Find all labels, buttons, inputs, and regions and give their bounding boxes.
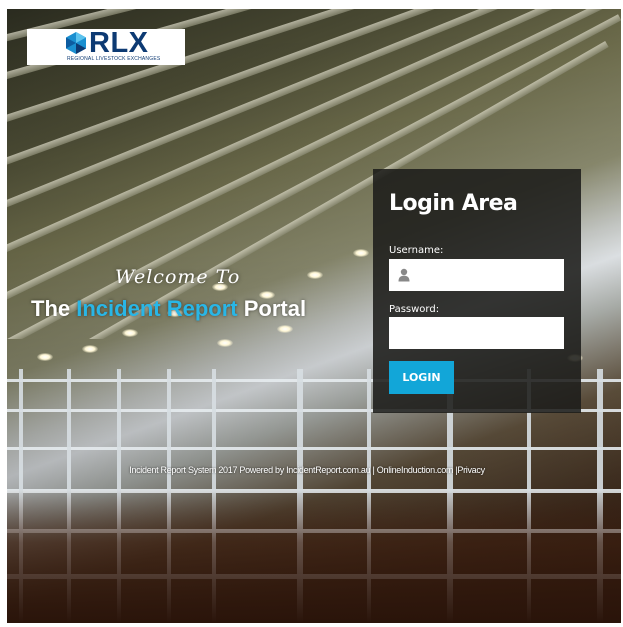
portal-title: The Incident Report Portal xyxy=(31,296,306,322)
user-icon xyxy=(398,268,410,282)
password-label: Password: xyxy=(389,304,440,315)
login-button[interactable]: LOGIN xyxy=(389,361,454,394)
brand-tagline: REGIONAL LIVESTOCK EXCHANGES xyxy=(67,56,161,62)
login-title: Login Area xyxy=(389,191,518,216)
footer-text: Incident Report System 2017 Powered by I… xyxy=(129,465,485,475)
brand-name: RLX xyxy=(89,27,149,59)
cattle xyxy=(7,489,621,623)
welcome-text: Welcome To xyxy=(115,266,241,288)
hexagon-logo-icon xyxy=(66,32,86,54)
username-input[interactable] xyxy=(389,259,564,291)
username-label: Username: xyxy=(389,245,444,256)
portal-title-highlight: Incident Report xyxy=(76,296,238,321)
portal-title-suffix: Portal xyxy=(243,296,307,321)
login-panel: Login Area Username: Password: LOGIN xyxy=(373,169,581,413)
password-input[interactable] xyxy=(389,317,564,349)
portal-title-prefix: The xyxy=(31,296,71,321)
rlx-logo[interactable]: RLX REGIONAL LIVESTOCK EXCHANGES xyxy=(27,27,185,65)
